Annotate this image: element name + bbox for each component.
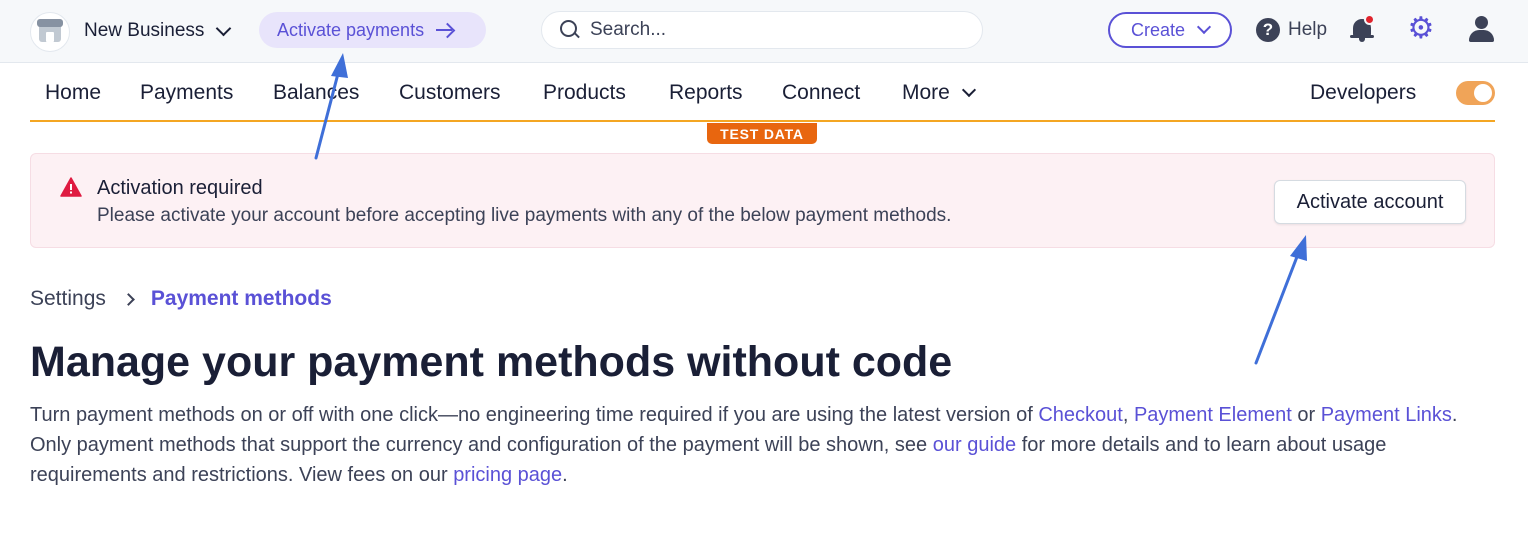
- desc-text: or: [1291, 404, 1321, 426]
- chevron-down-icon: [961, 82, 976, 98]
- page-title: Manage your payment methods without code: [30, 338, 953, 386]
- pricing-page-link[interactable]: pricing page: [453, 464, 562, 486]
- banner-text: Please activate your account before acce…: [97, 205, 952, 226]
- chevron-down-icon: [1196, 19, 1212, 35]
- nav-item-more[interactable]: More: [902, 81, 976, 105]
- chevron-down-icon: [216, 20, 232, 36]
- nav-item-reports[interactable]: Reports: [669, 81, 743, 105]
- more-label: More: [902, 81, 950, 104]
- arrow-right-icon: [436, 23, 454, 37]
- payment-links-link[interactable]: Payment Links: [1321, 404, 1452, 426]
- notification-dot: [1364, 14, 1375, 25]
- search-input[interactable]: [590, 19, 950, 41]
- annotation-arrow-activate-account: [1254, 235, 1307, 365]
- desc-text: Turn payment methods on or off with one …: [30, 404, 1039, 426]
- breadcrumb-current: Payment methods: [150, 287, 332, 310]
- nav-item-home[interactable]: Home: [45, 81, 101, 105]
- account-switcher[interactable]: New Business: [84, 20, 232, 42]
- bell-icon[interactable]: [1350, 14, 1376, 44]
- gear-icon[interactable]: ⚙: [1406, 14, 1436, 44]
- search-bar[interactable]: [541, 11, 983, 49]
- help-icon: ?: [1256, 18, 1280, 42]
- nav-item-connect[interactable]: Connect: [782, 81, 860, 105]
- breadcrumb-settings[interactable]: Settings: [30, 287, 106, 311]
- create-button[interactable]: Create: [1108, 12, 1232, 48]
- breadcrumb: Settings Payment methods: [30, 287, 332, 311]
- store-icon[interactable]: [30, 12, 70, 52]
- top-bar: New Business Activate payments Create ? …: [0, 0, 1528, 63]
- create-label: Create: [1130, 19, 1186, 40]
- payment-element-link[interactable]: Payment Element: [1134, 404, 1292, 426]
- activate-account-button[interactable]: Activate account: [1274, 180, 1466, 224]
- stripe-dashboard: New Business Activate payments Create ? …: [0, 0, 1528, 542]
- nav-item-customers[interactable]: Customers: [399, 81, 501, 105]
- page-description: Turn payment methods on or off with one …: [30, 400, 1500, 490]
- nav-item-products[interactable]: Products: [543, 81, 626, 105]
- our-guide-link[interactable]: our guide: [933, 434, 1016, 456]
- help-button[interactable]: ? Help: [1256, 18, 1327, 42]
- nav-item-balances[interactable]: Balances: [273, 81, 359, 105]
- help-label: Help: [1288, 19, 1328, 40]
- activate-payments-button[interactable]: Activate payments: [259, 12, 486, 48]
- desc-text: .: [562, 464, 568, 486]
- main-nav: Home Payments Balances Customers Product…: [30, 64, 1495, 122]
- developers-link[interactable]: Developers: [1310, 81, 1416, 105]
- checkout-link[interactable]: Checkout: [1038, 404, 1123, 426]
- search-icon: [560, 20, 580, 40]
- nav-item-payments[interactable]: Payments: [140, 81, 233, 105]
- user-icon[interactable]: [1468, 16, 1496, 44]
- test-mode-toggle[interactable]: [1456, 81, 1495, 105]
- banner-title: Activation required: [97, 177, 263, 199]
- test-data-badge: TEST DATA: [707, 123, 817, 144]
- desc-text: ,: [1122, 404, 1134, 426]
- chevron-right-icon: [122, 292, 135, 306]
- activate-payments-label: Activate payments: [277, 19, 425, 40]
- warning-icon: [60, 177, 82, 197]
- activation-banner: Activation required Please activate your…: [30, 153, 1495, 248]
- business-name: New Business: [84, 20, 205, 41]
